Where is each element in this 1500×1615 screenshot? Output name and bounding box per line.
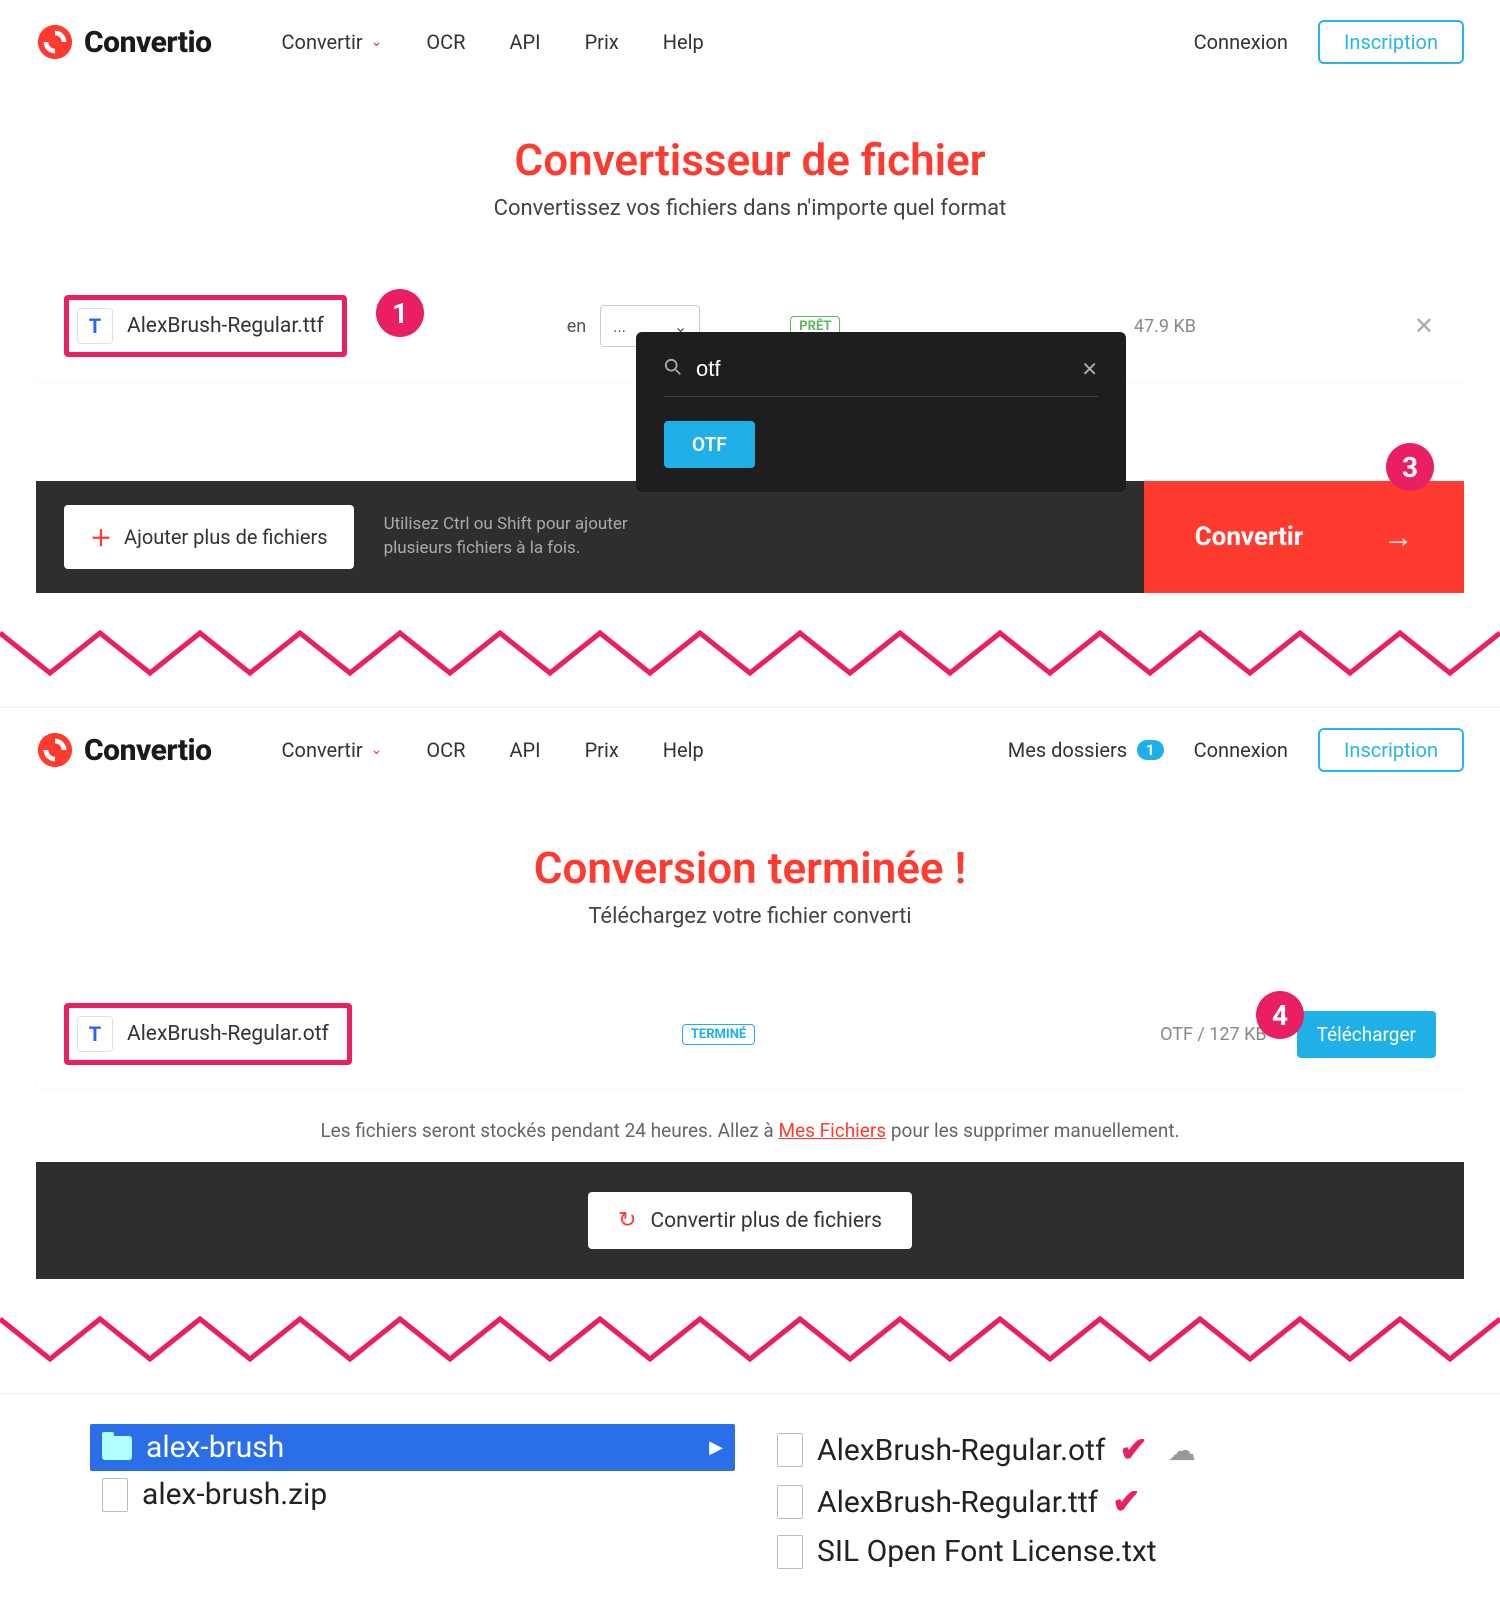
- document-icon: [777, 1535, 803, 1569]
- logo-icon: [36, 23, 74, 61]
- hero-title: Convertisseur de fichier: [0, 134, 1500, 186]
- file-highlight-box: T AlexBrush-Regular.otf: [64, 1003, 352, 1065]
- finder-mock: alex-brush ▶ alex-brush.zip AlexBrush-Re…: [90, 1424, 1410, 1575]
- step-badge-1: 1: [376, 289, 424, 337]
- zip-icon: [102, 1478, 128, 1512]
- file-highlight-box: T AlexBrush-Regular.ttf: [64, 295, 347, 357]
- status-badge: TERMINÉ: [682, 1024, 755, 1045]
- add-more-hint: Utilisez Ctrl ou Shift pour ajouter plus…: [384, 513, 644, 561]
- convert-more-button[interactable]: ↻ Convertir plus de fichiers: [588, 1192, 912, 1249]
- triangle-right-icon: ▶: [709, 1437, 723, 1458]
- action-bar-1: ＋ Ajouter plus de fichiers Utilisez Ctrl…: [36, 481, 1464, 593]
- check-icon: ✔: [1112, 1482, 1141, 1522]
- nav-ocr[interactable]: OCR: [426, 30, 465, 54]
- nav-api[interactable]: API: [509, 738, 540, 762]
- finder-item-file[interactable]: AlexBrush-Regular.otf ✔ ☁: [765, 1424, 1410, 1476]
- nav-pricing[interactable]: Prix: [585, 30, 619, 54]
- hero-subtitle: Convertissez vos fichiers dans n'importe…: [0, 196, 1500, 221]
- nav-help[interactable]: Help: [663, 30, 704, 54]
- logo-icon: [36, 731, 74, 769]
- divider-zigzag: [0, 623, 1500, 683]
- my-files-link[interactable]: Mes dossiers 1: [1008, 738, 1164, 762]
- nav-help[interactable]: Help: [663, 738, 704, 762]
- close-icon[interactable]: ✕: [1081, 357, 1098, 381]
- signin-link[interactable]: Connexion: [1194, 738, 1288, 762]
- hero-2: Conversion terminée ! Téléchargez votre …: [0, 792, 1500, 959]
- file-meta: OTF / 127 KB: [1160, 1024, 1267, 1045]
- my-files-count: 1: [1137, 740, 1164, 760]
- reload-icon: ↻: [618, 1208, 636, 1233]
- nav-convert[interactable]: Convertir⌄: [282, 738, 383, 762]
- finder-right-col: AlexBrush-Regular.otf ✔ ☁ AlexBrush-Regu…: [765, 1424, 1410, 1575]
- logo-text: Convertio: [84, 733, 212, 768]
- check-icon: ✔: [1119, 1430, 1148, 1470]
- file-row-2: 4 T AlexBrush-Regular.otf TERMINÉ OTF / …: [36, 979, 1464, 1089]
- format-dropdown: ✕ OTF: [636, 332, 1126, 492]
- nav-pricing[interactable]: Prix: [585, 738, 619, 762]
- document-icon: [777, 1485, 803, 1519]
- hero-subtitle: Téléchargez votre fichier converti: [0, 904, 1500, 929]
- document-icon: [777, 1433, 803, 1467]
- nav-ocr[interactable]: OCR: [426, 738, 465, 762]
- signup-button[interactable]: Inscription: [1318, 20, 1464, 64]
- folder-icon: [102, 1436, 132, 1460]
- finder-left-col: alex-brush ▶ alex-brush.zip: [90, 1424, 735, 1575]
- header-2: Convertio Convertir⌄ OCR API Prix Help M…: [0, 708, 1500, 792]
- search-icon: [664, 358, 682, 381]
- add-more-files-button[interactable]: ＋ Ajouter plus de fichiers: [64, 505, 354, 569]
- file-name: AlexBrush-Regular.ttf: [127, 314, 324, 338]
- action-bar-2: ↻ Convertir plus de fichiers: [36, 1162, 1464, 1279]
- nav-api[interactable]: API: [509, 30, 540, 54]
- logo-text: Convertio: [84, 25, 212, 60]
- nav-convert[interactable]: Convertir⌄: [282, 30, 383, 54]
- chevron-down-icon: ⌄: [371, 742, 383, 758]
- logo[interactable]: Convertio: [36, 731, 212, 769]
- remove-file-button[interactable]: ✕: [1414, 312, 1434, 340]
- hero-title: Conversion terminée !: [0, 842, 1500, 894]
- storage-info: Les fichiers seront stockés pendant 24 h…: [36, 1119, 1464, 1142]
- file-type-icon: T: [77, 1016, 113, 1052]
- main-nav: Convertir⌄ OCR API Prix Help: [282, 30, 704, 54]
- my-files-inline-link[interactable]: Mes Fichiers: [778, 1119, 886, 1142]
- header-1: Convertio Convertir⌄ OCR API Prix Help C…: [0, 0, 1500, 84]
- convert-button[interactable]: Convertir → 3: [1144, 481, 1464, 593]
- step-badge-3: 3: [1386, 443, 1434, 491]
- main-nav: Convertir⌄ OCR API Prix Help: [282, 738, 704, 762]
- logo[interactable]: Convertio: [36, 23, 212, 61]
- file-name: AlexBrush-Regular.otf: [127, 1022, 329, 1046]
- file-size: 47.9 KB: [1134, 316, 1196, 337]
- chevron-down-icon: ⌄: [371, 34, 383, 50]
- cloud-icon: ☁: [1168, 1434, 1196, 1467]
- finder-item-folder[interactable]: alex-brush ▶: [90, 1424, 735, 1471]
- arrow-right-icon: →: [1383, 520, 1413, 555]
- step-badge-4: 4: [1256, 991, 1304, 1039]
- finder-item-file[interactable]: SIL Open Font License.txt: [765, 1528, 1410, 1575]
- finder-item-file[interactable]: AlexBrush-Regular.ttf ✔: [765, 1476, 1410, 1528]
- signup-button[interactable]: Inscription: [1318, 728, 1464, 772]
- en-label: en: [567, 316, 587, 337]
- divider-zigzag: [0, 1309, 1500, 1369]
- finder-item-zip[interactable]: alex-brush.zip: [90, 1471, 735, 1518]
- plus-icon: ＋: [90, 521, 112, 553]
- download-button[interactable]: Télécharger: [1297, 1011, 1436, 1058]
- hero-1: Convertisseur de fichier Convertissez vo…: [0, 84, 1500, 251]
- format-option-otf[interactable]: OTF: [664, 421, 755, 468]
- file-type-icon: T: [77, 308, 113, 344]
- signin-link[interactable]: Connexion: [1194, 30, 1288, 54]
- format-search-input[interactable]: [696, 356, 1067, 382]
